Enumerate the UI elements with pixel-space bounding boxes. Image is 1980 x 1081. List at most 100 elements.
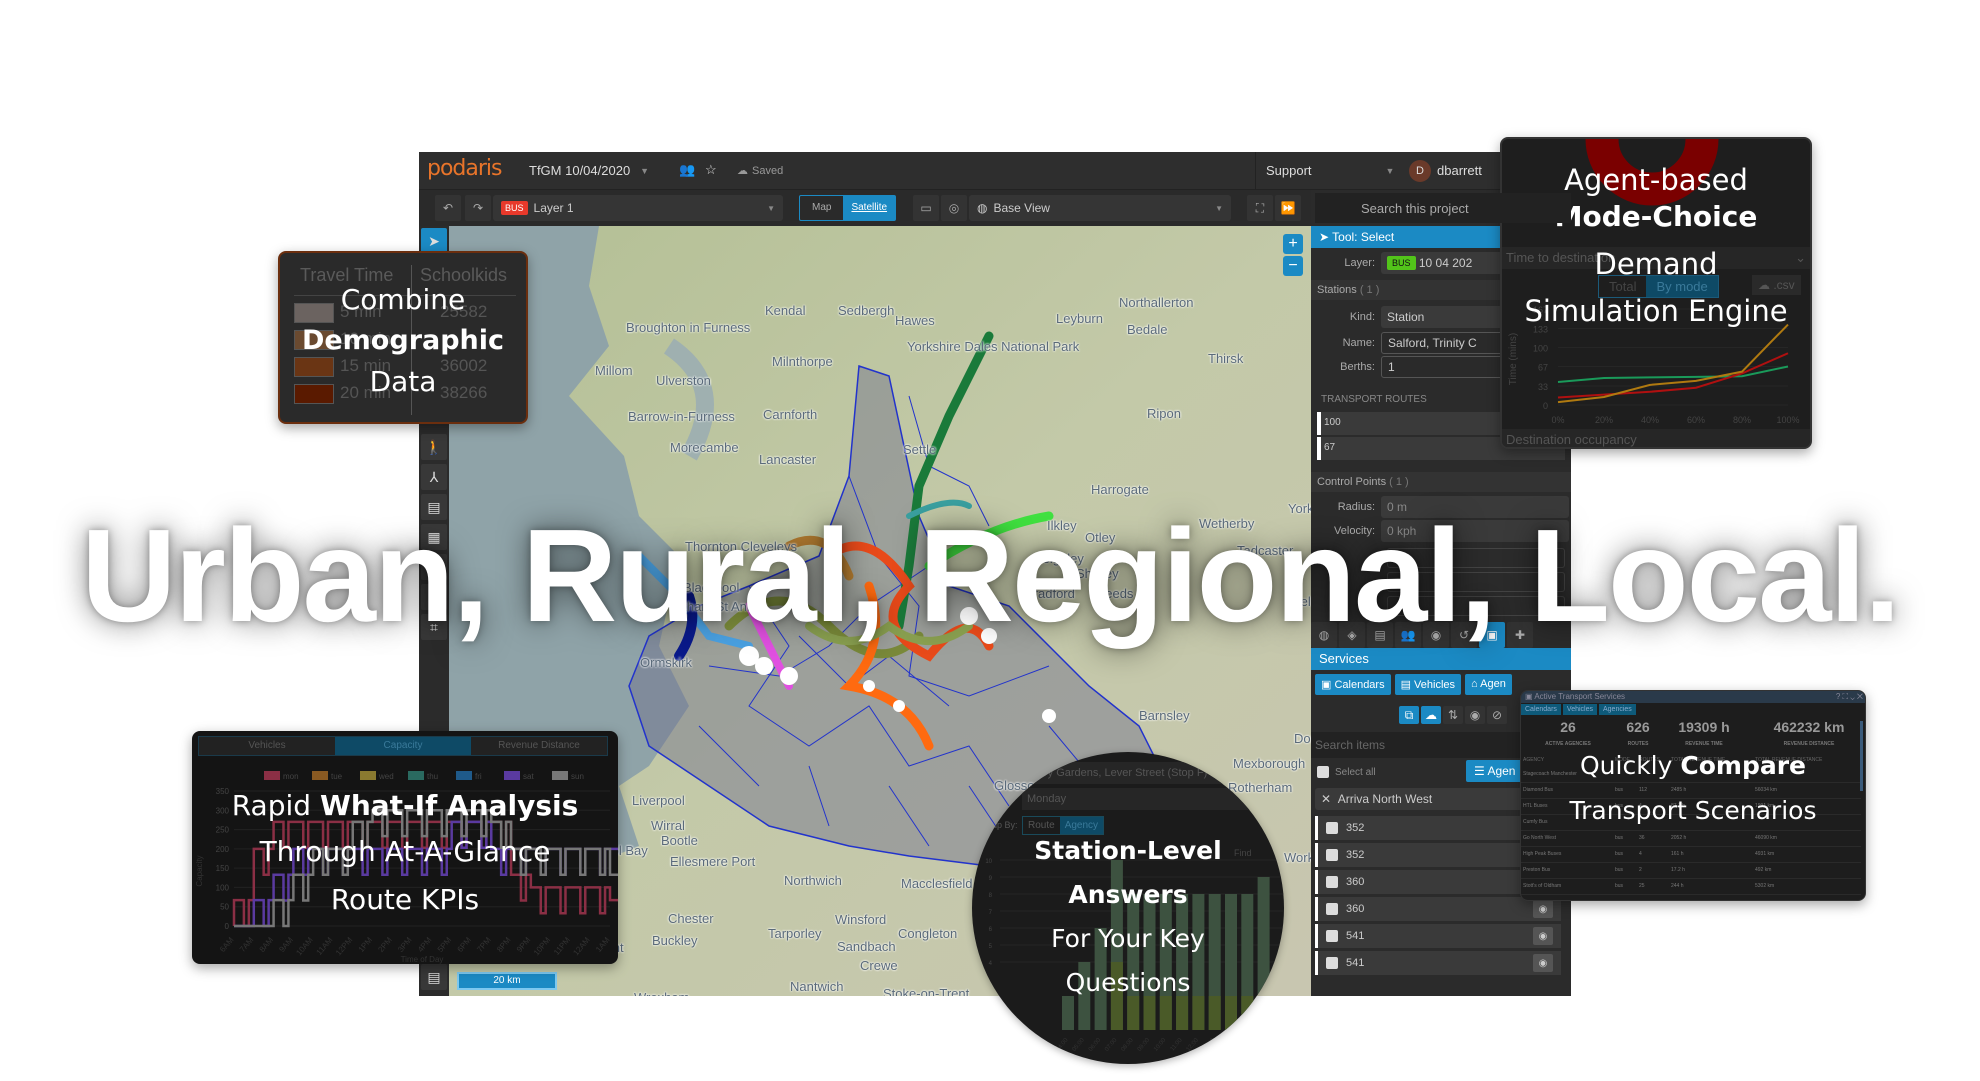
checkbox[interactable]: [1326, 849, 1338, 861]
walk-icon[interactable]: ⅄: [421, 464, 447, 490]
vehicles-button[interactable]: Vehicles: [1562, 704, 1597, 715]
map-label: Northwich: [784, 873, 842, 888]
users-icon[interactable]: 👥: [679, 162, 695, 178]
message-icon[interactable]: ▤: [421, 964, 447, 990]
hide-icon[interactable]: ⊘: [1487, 706, 1507, 724]
checkbox[interactable]: [1317, 766, 1329, 778]
fast-forward-icon[interactable]: ⏩: [1275, 195, 1301, 221]
zoom-in-button[interactable]: +: [1283, 234, 1303, 254]
calendars-label: Calendars: [1334, 679, 1385, 691]
map-label: Morecambe: [670, 440, 739, 455]
eye-icon[interactable]: ◉: [1533, 900, 1553, 918]
services-header[interactable]: Services: [1311, 648, 1571, 670]
checkbox[interactable]: [1326, 930, 1338, 942]
table-row[interactable]: Preston Bus bus 2 17.2 h 492 km: [1521, 863, 1861, 879]
upload-cloud-icon[interactable]: ☁: [1421, 706, 1441, 724]
pedestrian-icon[interactable]: 🚶: [421, 434, 447, 460]
x-tick-label: 10:00: [1153, 1037, 1168, 1053]
checkbox[interactable]: [1326, 957, 1338, 969]
table-cell: 2: [1639, 867, 1642, 873]
star-icon[interactable]: ☆: [705, 162, 717, 178]
table-cell: 161 h: [1671, 851, 1684, 857]
agencies-button[interactable]: Agencies: [1599, 704, 1636, 715]
x-tick-label: 20%: [1595, 415, 1613, 425]
table-cell: bus: [1615, 883, 1624, 889]
table-row[interactable]: Stott's of Oldham bus 25 244 h 5302 km: [1521, 879, 1861, 895]
show-icon[interactable]: ◉: [1465, 706, 1485, 724]
map-label: Nantwich: [790, 979, 844, 994]
overlay-line-1: Rapid What-If Analysis: [192, 789, 618, 822]
item-label: 360: [1346, 876, 1365, 888]
list-item[interactable]: 541 ◉: [1315, 951, 1561, 975]
map-label: Leyburn: [1056, 311, 1103, 326]
base-view-select[interactable]: ◍ Base View ▼: [969, 195, 1231, 221]
add-copy-icon[interactable]: ⧉: [1399, 706, 1419, 724]
x-tick-label: 11AM: [315, 935, 335, 957]
fullscreen-icon[interactable]: ⛶: [1247, 195, 1273, 221]
window-controls[interactable]: ? ⛶ ⌄ ✕: [1836, 692, 1863, 702]
map-label: Bedale: [1127, 322, 1168, 337]
table-row[interactable]: High Peak Buses bus 4 161 h 4931 km: [1521, 847, 1861, 863]
satellite-option[interactable]: Satellite: [843, 196, 896, 220]
eye-icon[interactable]: ◉: [1533, 927, 1553, 945]
legend-swatch-fri: [456, 771, 472, 780]
map-label: Chester: [668, 911, 714, 926]
kpi-tabs: Vehicles Capacity Revenue Distance: [198, 736, 608, 756]
sort-icon[interactable]: ⇅: [1443, 706, 1463, 724]
overlay-line-3: Route KPIs: [330, 883, 480, 916]
day-select[interactable]: Monday: [1022, 788, 1282, 810]
podaris-logo[interactable]: podaris: [427, 156, 502, 181]
route-option[interactable]: Route: [1023, 817, 1060, 834]
bar-highlight: [1208, 996, 1221, 1030]
caret-down-icon: ▼: [640, 165, 650, 176]
undo-icon[interactable]: ↶: [435, 195, 461, 221]
avatar[interactable]: D: [1409, 160, 1431, 182]
tab-revenue-distance[interactable]: Revenue Distance: [471, 737, 607, 755]
map-label: Crewe: [860, 958, 898, 973]
agencies-button[interactable]: ⌂ Agen: [1465, 674, 1512, 695]
y-axis-label: Time (mins): [1508, 333, 1519, 385]
redo-icon[interactable]: ↷: [465, 195, 491, 221]
table-cell: 25: [1639, 883, 1645, 889]
tab-capacity[interactable]: Capacity: [335, 737, 471, 755]
globe-icon: ◍: [977, 201, 988, 215]
bar-highlight: [1143, 996, 1156, 1030]
table-cell: Diamond Bus: [1523, 787, 1554, 793]
remove-icon[interactable]: ✕: [1321, 792, 1334, 806]
overlay-line-2: Demographic: [301, 325, 505, 356]
compare-buttons: Calendars Vehicles Agencies: [1521, 704, 1636, 715]
map-label: Sandbach: [837, 939, 896, 954]
circle-icon[interactable]: ◎: [941, 195, 967, 221]
map-option[interactable]: Map: [800, 196, 843, 220]
layer-name: Layer 1: [533, 201, 574, 215]
checkbox[interactable]: [1326, 903, 1338, 915]
zoom-out-button[interactable]: −: [1283, 256, 1303, 276]
support-menu[interactable]: Support ▼: [1266, 163, 1394, 178]
checkbox[interactable]: [1326, 876, 1338, 888]
overlay-line-1: Quickly Compare: [1521, 751, 1865, 780]
list-item[interactable]: 541 ◉: [1315, 924, 1561, 948]
checkbox[interactable]: [1326, 822, 1338, 834]
table-row[interactable]: Go North West bus 36 2052 h 46090 km: [1521, 831, 1861, 847]
calendars-button[interactable]: ▣ Calendars: [1315, 674, 1391, 695]
eye-icon[interactable]: ◉: [1533, 954, 1553, 972]
kind-label: Kind:: [1349, 311, 1375, 323]
vehicles-button[interactable]: ▤ Vehicles: [1394, 674, 1462, 695]
table-cell: 46090 km: [1755, 835, 1777, 841]
agency-option[interactable]: Agency: [1059, 817, 1104, 834]
layer-select[interactable]: BUS Layer 1 ▼: [493, 195, 783, 221]
list-actions: ⧉ ☁ ⇅ ◉ ⊘: [1399, 706, 1507, 724]
list-item[interactable]: 360 ◉: [1315, 897, 1561, 921]
destination-occupancy-section[interactable]: Destination occupancy: [1502, 429, 1810, 447]
select-all-checkbox[interactable]: Select all: [1315, 766, 1376, 778]
project-search-input[interactable]: Search this project: [1315, 193, 1571, 223]
username[interactable]: dbarrett: [1437, 163, 1482, 178]
route-kpi-card: Vehicles Capacity Revenue Distance mon tu…: [192, 731, 618, 964]
project-selector[interactable]: TfGM 10/04/2020 ▼: [529, 163, 649, 178]
support-label: Support: [1266, 163, 1312, 178]
control-points-section[interactable]: Control Points ( 1 ): [1311, 472, 1571, 492]
monitor-icon[interactable]: ▭: [913, 195, 939, 221]
tab-vehicles[interactable]: Vehicles: [199, 737, 335, 755]
calendars-button[interactable]: Calendars: [1521, 704, 1561, 715]
stop-select[interactable]: ry Gardens, Lever Street (Stop F): [1022, 762, 1282, 784]
